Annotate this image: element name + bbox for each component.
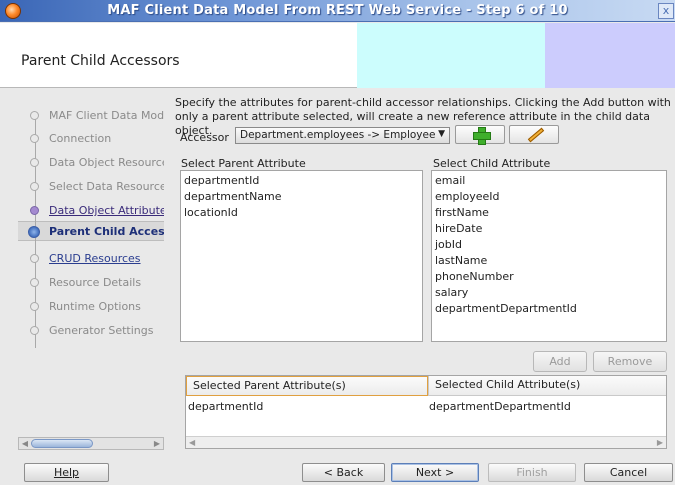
nav-step-label[interactable]: Data Object Attributes	[49, 204, 164, 217]
accessor-label: Accessor	[180, 131, 229, 144]
wizard-steps-nav: MAF Client Data Model Connection Data Ob…	[18, 98, 164, 434]
step-dot-icon	[30, 158, 39, 167]
child-attribute-label: Select Child Attribute	[433, 157, 551, 170]
list-item[interactable]: salary	[434, 285, 664, 301]
nav-step-label: Runtime Options	[49, 300, 141, 313]
help-button[interactable]: Help	[24, 463, 109, 482]
current-step-dot-icon	[28, 226, 40, 238]
header-accent-lilac	[545, 23, 675, 88]
nav-step-label: MAF Client Data Model	[49, 109, 164, 122]
table-cell-child[interactable]: departmentDepartmentId	[429, 400, 571, 413]
nav-step-label: Resource Details	[49, 276, 142, 289]
parent-attribute-label: Select Parent Attribute	[181, 157, 306, 170]
nav-step-label: Generator Settings	[49, 324, 154, 337]
step-dot-icon	[30, 278, 39, 287]
list-item[interactable]: lastName	[434, 253, 664, 269]
window-title: MAF Client Data Model From REST Web Serv…	[107, 3, 568, 18]
list-item[interactable]: employeeId	[434, 189, 664, 205]
nav-horizontal-scrollbar[interactable]: ◀ ▶	[18, 437, 164, 450]
list-item[interactable]: departmentDepartmentId	[434, 301, 664, 317]
nav-step-maf-client-data-model: MAF Client Data Model	[18, 106, 164, 126]
nav-step-connection: Connection	[18, 129, 164, 149]
accessor-selected-value: Department.employees -> Employee	[240, 129, 436, 141]
next-button[interactable]: Next >	[391, 463, 479, 482]
nav-step-select-data-resources: Select Data Resources	[18, 177, 164, 197]
edit-accessor-button[interactable]	[509, 125, 559, 144]
list-item[interactable]: departmentName	[183, 189, 420, 205]
nav-step-label: Connection	[49, 132, 112, 145]
list-item[interactable]: jobId	[434, 237, 664, 253]
dropdown-arrow-icon: ▼	[438, 129, 445, 139]
parent-attribute-list[interactable]: departmentId departmentName locationId	[180, 170, 423, 342]
page-title: Parent Child Accessors	[21, 53, 180, 69]
help-button-label: Help	[53, 466, 80, 479]
list-item[interactable]: departmentId	[183, 173, 420, 189]
list-item[interactable]: firstName	[434, 205, 664, 221]
child-attribute-list[interactable]: email employeeId firstName hireDate jobI…	[431, 170, 667, 342]
nav-step-generator-settings: Generator Settings	[18, 321, 164, 341]
step-dot-icon	[30, 182, 39, 191]
scroll-right-icon[interactable]: ▶	[657, 437, 663, 448]
cancel-button[interactable]: Cancel	[584, 463, 673, 482]
nav-step-label: Data Object Resources	[49, 156, 164, 169]
list-item[interactable]: email	[434, 173, 664, 189]
table-header-child[interactable]: Selected Child Attribute(s)	[428, 376, 666, 396]
step-dot-icon	[30, 254, 39, 263]
nav-step-crud-resources[interactable]: CRUD Resources	[18, 249, 164, 269]
scroll-left-icon[interactable]: ◀	[20, 439, 30, 449]
step-dot-icon	[30, 302, 39, 311]
plus-icon	[473, 127, 491, 145]
nav-step-data-object-attributes[interactable]: Data Object Attributes	[18, 201, 164, 221]
nav-step-resource-details: Resource Details	[18, 273, 164, 293]
header-accent-cyan	[357, 23, 545, 88]
list-item[interactable]: phoneNumber	[434, 269, 664, 285]
list-item[interactable]: locationId	[183, 205, 420, 221]
table-header-parent[interactable]: Selected Parent Attribute(s)	[186, 376, 428, 396]
nav-step-runtime-options: Runtime Options	[18, 297, 164, 317]
step-dot-icon	[30, 206, 39, 215]
back-button[interactable]: < Back	[302, 463, 385, 482]
scrollbar-thumb[interactable]	[31, 439, 93, 448]
list-item[interactable]: hireDate	[434, 221, 664, 237]
nav-step-parent-child-accessors[interactable]: Parent Child Accessors	[18, 222, 164, 242]
add-accessor-button[interactable]	[455, 125, 505, 145]
selected-attributes-table: Selected Parent Attribute(s) Selected Ch…	[185, 375, 667, 449]
step-dot-icon	[30, 111, 39, 120]
finish-button[interactable]: Finish	[488, 463, 576, 482]
nav-step-data-object-resources: Data Object Resources	[18, 153, 164, 173]
wizard-header: Parent Child Accessors	[0, 23, 675, 88]
step-dot-icon	[30, 134, 39, 143]
table-cell-parent[interactable]: departmentId	[188, 400, 263, 413]
accessor-dropdown[interactable]: Department.employees -> Employee ▼	[235, 127, 450, 144]
pencil-icon	[527, 127, 545, 143]
add-button[interactable]: Add	[533, 351, 587, 372]
remove-button[interactable]: Remove	[593, 351, 667, 372]
close-icon[interactable]: x	[658, 3, 674, 19]
step-dot-icon	[30, 326, 39, 335]
scroll-right-icon[interactable]: ▶	[152, 439, 162, 449]
scroll-left-icon[interactable]: ◀	[189, 437, 195, 448]
table-horizontal-scrollbar[interactable]: ◀ ▶	[186, 436, 666, 448]
nav-step-label[interactable]: CRUD Resources	[49, 252, 141, 265]
nav-step-label: Select Data Resources	[49, 180, 164, 193]
nav-step-label: Parent Child Accessors	[49, 225, 164, 238]
window-title-bar: MAF Client Data Model From REST Web Serv…	[0, 0, 675, 22]
